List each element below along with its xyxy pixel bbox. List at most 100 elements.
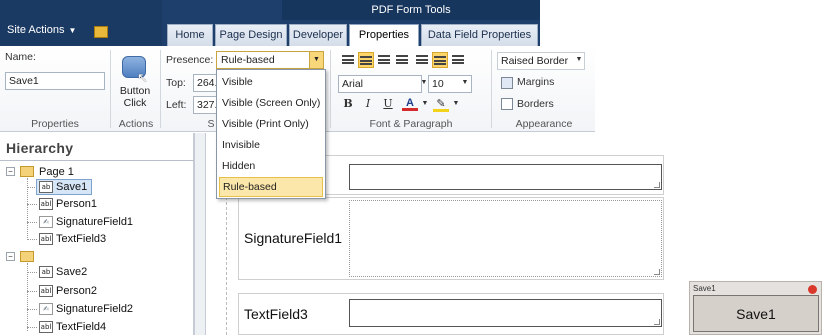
name-field[interactable]: Save1: [5, 72, 105, 90]
tree-item-textfield3[interactable]: TextField3: [56, 233, 106, 245]
chevron-down-icon: ▼: [452, 100, 460, 107]
margins-button[interactable]: Margins: [517, 76, 554, 88]
valign-bottom-icon[interactable]: [450, 52, 466, 68]
resize-handle-icon[interactable]: [654, 269, 660, 275]
site-actions-menu[interactable]: Site Actions ▼: [7, 24, 76, 36]
tree-line: [27, 222, 37, 223]
menu-item-invisible[interactable]: Invisible: [219, 135, 323, 155]
valign-middle-icon[interactable]: [432, 52, 448, 68]
hierarchy-title: Hierarchy: [6, 140, 74, 156]
tree-line: [27, 291, 37, 292]
tree-line: [27, 263, 28, 331]
actions-group-label: Actions: [118, 118, 154, 130]
button-field-icon: ab: [39, 181, 53, 193]
left-field[interactable]: 327.: [193, 96, 217, 114]
chevron-down-icon: ▼: [461, 79, 469, 86]
chevron-down-icon: ▼: [68, 26, 77, 35]
tree-line: [27, 204, 37, 205]
menu-item-hidden[interactable]: Hidden: [219, 156, 323, 176]
name-label: Name:: [5, 51, 36, 63]
tree-page-1[interactable]: Page 1: [39, 166, 74, 178]
menu-item-visible-screen-only[interactable]: Visible (Screen Only): [219, 93, 323, 113]
underline-button[interactable]: U: [380, 96, 396, 112]
tab-data-field-properties[interactable]: Data Field Properties: [421, 24, 538, 46]
chevron-down-icon: ▼: [575, 56, 583, 63]
group-divider: [110, 50, 111, 128]
folder-icon: [20, 251, 34, 262]
group-divider: [330, 50, 331, 128]
signature-field-icon: ✍: [39, 303, 53, 315]
size-position-group-label: S: [207, 118, 215, 130]
resize-handle-icon[interactable]: [654, 319, 660, 325]
tab-page-design[interactable]: Page Design: [215, 24, 287, 46]
site-actions-label: Site Actions: [7, 24, 65, 36]
text-field-icon: abl: [39, 233, 53, 245]
button-preview[interactable]: Save1 Save1: [689, 281, 822, 335]
tab-developer[interactable]: Developer: [289, 24, 347, 46]
tree-line: [27, 272, 37, 273]
appearance-group-label: Appearance: [515, 118, 573, 130]
tree-line: [27, 309, 37, 310]
menu-item-visible[interactable]: Visible: [219, 72, 323, 92]
panel-splitter[interactable]: [194, 133, 206, 335]
presence-label: Presence:: [166, 54, 214, 66]
presence-menu: Visible Visible (Screen Only) Visible (P…: [216, 69, 326, 199]
signature-field-label: SignatureField1: [244, 230, 343, 246]
align-center-icon[interactable]: [358, 52, 374, 68]
signature-field-icon: ✍: [39, 216, 53, 228]
italic-button[interactable]: I: [360, 96, 376, 112]
tree-item-textfield4[interactable]: TextField4: [56, 321, 106, 333]
borders-button[interactable]: Borders: [517, 98, 554, 110]
resize-handle-icon[interactable]: [654, 182, 660, 188]
text-field-icon: abl: [39, 285, 53, 297]
tree-item-person1[interactable]: Person1: [56, 198, 97, 210]
signature-field-row[interactable]: SignatureField1: [238, 197, 664, 280]
menu-item-rule-based[interactable]: Rule-based: [219, 177, 323, 197]
tree-item-save1[interactable]: Save1: [56, 181, 87, 193]
close-icon[interactable]: [808, 285, 817, 294]
valign-top-icon[interactable]: [414, 52, 430, 68]
context-title: PDF Form Tools: [282, 0, 540, 20]
bold-button[interactable]: B: [340, 96, 356, 112]
text-field-label: TextField3: [244, 306, 308, 322]
font-family-select[interactable]: Arial: [338, 75, 422, 93]
font-color-button[interactable]: A: [402, 95, 418, 111]
left-label: Left:: [166, 99, 187, 111]
signature-input[interactable]: [349, 200, 662, 277]
field-input[interactable]: [349, 164, 662, 190]
button-click-button[interactable]: Button Click: [115, 85, 155, 109]
align-right-icon[interactable]: [376, 52, 392, 68]
folder-icon: [20, 166, 34, 177]
menu-item-visible-print-only[interactable]: Visible (Print Only): [219, 114, 323, 134]
site-bar: [0, 0, 162, 46]
text-input[interactable]: [349, 299, 662, 327]
text-field-row[interactable]: TextField3: [238, 293, 664, 335]
top-field[interactable]: 264.: [193, 74, 217, 92]
align-left-icon[interactable]: [340, 52, 356, 68]
font-paragraph-group-label: Font & Paragraph: [369, 118, 453, 130]
justify-icon[interactable]: [394, 52, 410, 68]
tab-properties[interactable]: Properties: [349, 24, 419, 46]
highlight-color-icon[interactable]: ✎: [433, 96, 449, 112]
tree-item-signaturefield1[interactable]: SignatureField1: [56, 216, 133, 228]
tree-line: [27, 239, 37, 240]
hierarchy-panel: Hierarchy − Page 1 ab Save1 abl Person1 …: [0, 133, 194, 335]
save1-button[interactable]: Save1: [693, 295, 819, 332]
presence-dropdown[interactable]: Rule-based ▼: [216, 51, 324, 69]
tree-item-signaturefield2[interactable]: SignatureField2: [56, 303, 133, 315]
tree-item-person2[interactable]: Person2: [56, 285, 97, 297]
margins-icon: [501, 77, 513, 89]
group-divider: [160, 50, 161, 128]
tree-item-save2[interactable]: Save2: [56, 266, 87, 278]
top-bar: PDF Form Tools Site Actions ▼ Home Page D…: [0, 0, 822, 46]
collapse-icon[interactable]: −: [6, 167, 15, 176]
top-label: Top:: [166, 77, 186, 89]
edit-page-icon[interactable]: [94, 26, 108, 38]
tree-line: [27, 327, 37, 328]
button-field-icon: ab: [39, 266, 53, 278]
properties-group-label: Properties: [31, 118, 79, 130]
divider: [0, 160, 194, 161]
text-field-icon: abl: [39, 321, 53, 333]
collapse-icon[interactable]: −: [6, 252, 15, 261]
tab-home[interactable]: Home: [167, 24, 213, 46]
